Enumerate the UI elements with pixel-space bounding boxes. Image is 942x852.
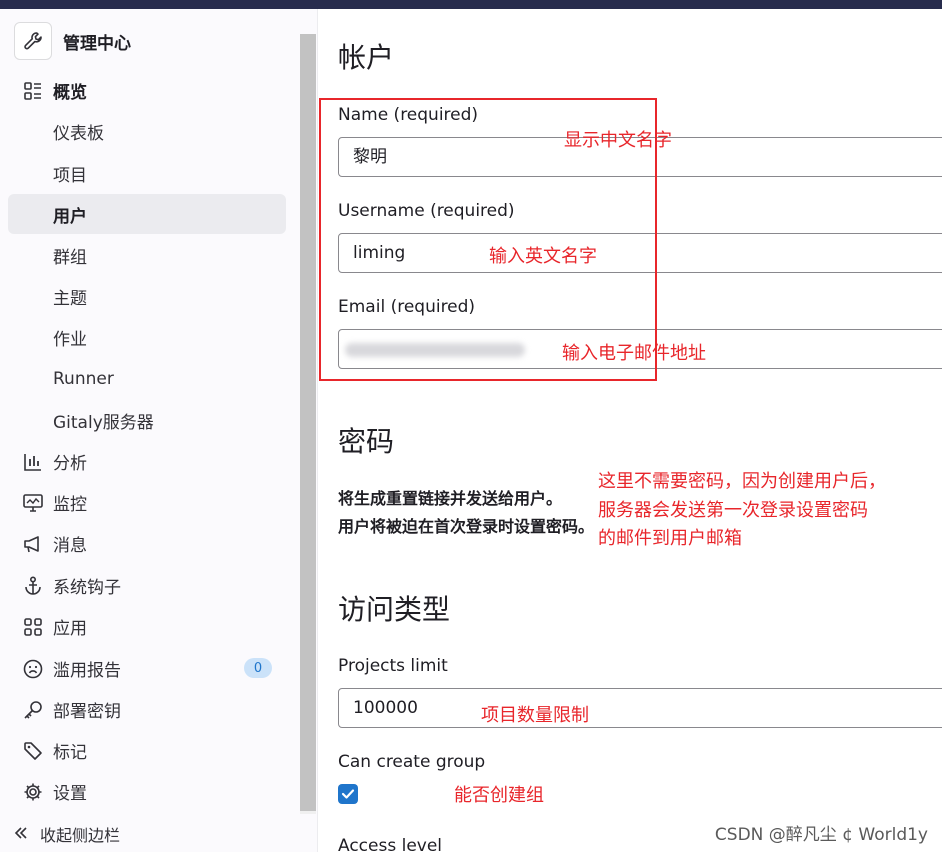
sidebar-item-topics[interactable]: 主题 [8, 276, 286, 316]
checkmark-icon [341, 789, 355, 799]
sidebar-item-applications[interactable]: 应用 [8, 606, 286, 646]
sidebar-item-label: 应用 [53, 618, 87, 639]
sidebar-item-label: 分析 [53, 453, 87, 474]
key-icon [22, 699, 44, 721]
sidebar-item-label: 监控 [53, 494, 87, 515]
password-note-line2: 用户将被迫在首次登录时设置密码。 [338, 517, 595, 536]
double-chevron-left-icon [14, 825, 28, 844]
annotation-name-note: 显示中文名字 [564, 130, 672, 151]
sidebar-scrollbar-thumb[interactable] [300, 34, 316, 811]
sidebar-item-label: 标记 [53, 742, 87, 763]
access-level-label: Access level [338, 836, 443, 852]
monitor-icon [22, 492, 44, 514]
collapse-sidebar-button[interactable]: 收起侧边栏 [14, 821, 120, 847]
label-tag-icon [22, 740, 44, 762]
sidebar-title: 管理中心 [63, 33, 131, 54]
sidebar-header: 管理中心 [14, 21, 131, 61]
sidebar-item-system-hooks[interactable]: 系统钩子 [8, 565, 286, 605]
anchor-icon [22, 575, 44, 597]
annotation-password-note-3: 的邮件到用户邮箱 [598, 528, 742, 549]
sidebar-item-gitaly-servers[interactable]: Gitaly服务器 [8, 400, 286, 440]
annotation-username-note: 输入英文名字 [489, 246, 597, 267]
annotation-create-group-note: 能否创建组 [454, 785, 544, 806]
annotation-password-note-1: 这里不需要密码，因为创建用户后， [598, 471, 886, 492]
sidebar-item-label: 概览 [53, 82, 87, 103]
sidebar-item-label: 仪表板 [53, 123, 104, 144]
access-type-heading: 访问类型 [338, 593, 451, 626]
csdn-watermark: CSDN @醉凡尘 ¢ World1y [714, 825, 928, 845]
overview-icon [22, 80, 44, 102]
sidebar-item-label: 消息 [53, 535, 87, 556]
sidebar-item-groups[interactable]: 群组 [8, 235, 286, 275]
apps-grid-icon [22, 616, 44, 638]
sidebar-item-label: 群组 [53, 247, 87, 268]
sidebar-item-jobs[interactable]: 作业 [8, 317, 286, 357]
admin-wrench-icon[interactable] [14, 22, 52, 60]
can-create-group-checkbox[interactable] [338, 784, 358, 804]
sidebar-item-monitoring[interactable]: 监控 [8, 482, 286, 522]
sidebar-item-label: 用户 [53, 206, 87, 227]
password-reset-note: 将生成重置链接并发送给用户。 用户将被迫在首次登录时设置密码。 [338, 485, 594, 541]
sidebar-item-label: 部署密钥 [53, 701, 121, 722]
sidebar-item-label: Gitaly服务器 [53, 412, 154, 433]
can-create-group-label: Can create group [338, 752, 486, 772]
sidebar-item-abuse-reports[interactable]: 滥用报告 0 [8, 648, 286, 688]
sidebar-item-runner[interactable]: Runner [8, 359, 286, 399]
sidebar-item-label: 系统钩子 [53, 577, 121, 598]
annotation-password-note-2: 服务器会发送第一次登录设置密码 [598, 500, 868, 521]
abuse-reports-count-badge: 0 [244, 658, 272, 678]
top-navbar [0, 0, 942, 9]
projects-limit-input[interactable]: 100000 [338, 688, 942, 728]
sidebar-item-label: 作业 [53, 329, 87, 350]
collapse-sidebar-label: 收起侧边栏 [40, 826, 121, 845]
sidebar-item-messages[interactable]: 消息 [8, 523, 286, 563]
sidebar-item-users[interactable]: 用户 [8, 194, 286, 234]
sidebar-item-label: Runner [53, 369, 114, 389]
megaphone-icon [22, 533, 44, 555]
sidebar-item-label: 项目 [53, 165, 87, 186]
sidebar-item-label: 设置 [53, 783, 87, 804]
sidebar-item-projects[interactable]: 项目 [8, 153, 286, 193]
sidebar-item-dashboard[interactable]: 仪表板 [8, 111, 286, 151]
password-note-line1: 将生成重置链接并发送给用户。 [338, 489, 563, 508]
password-heading: 密码 [338, 425, 395, 458]
frown-face-icon [22, 658, 44, 680]
sidebar-item-overview[interactable]: 概览 [8, 70, 286, 110]
sidebar-item-deploy-keys[interactable]: 部署密钥 [8, 689, 286, 729]
chart-icon [22, 451, 44, 473]
annotation-email-note: 输入电子邮件地址 [562, 343, 706, 364]
sidebar-item-label: 滥用报告 [53, 660, 121, 681]
account-heading: 帐户 [338, 41, 395, 74]
annotation-projects-limit-note: 项目数量限制 [481, 705, 589, 726]
gear-icon [22, 781, 44, 803]
sidebar-item-settings[interactable]: 设置 [8, 771, 286, 811]
sidebar-item-label: 主题 [53, 288, 87, 309]
projects-limit-label: Projects limit [338, 656, 448, 676]
sidebar-item-labels[interactable]: 标记 [8, 730, 286, 770]
sidebar-item-analytics[interactable]: 分析 [8, 441, 286, 481]
admin-sidebar: 管理中心 概览 仪表板 项目 用户 群组 主题 作业 Runner Gitaly… [0, 9, 318, 852]
